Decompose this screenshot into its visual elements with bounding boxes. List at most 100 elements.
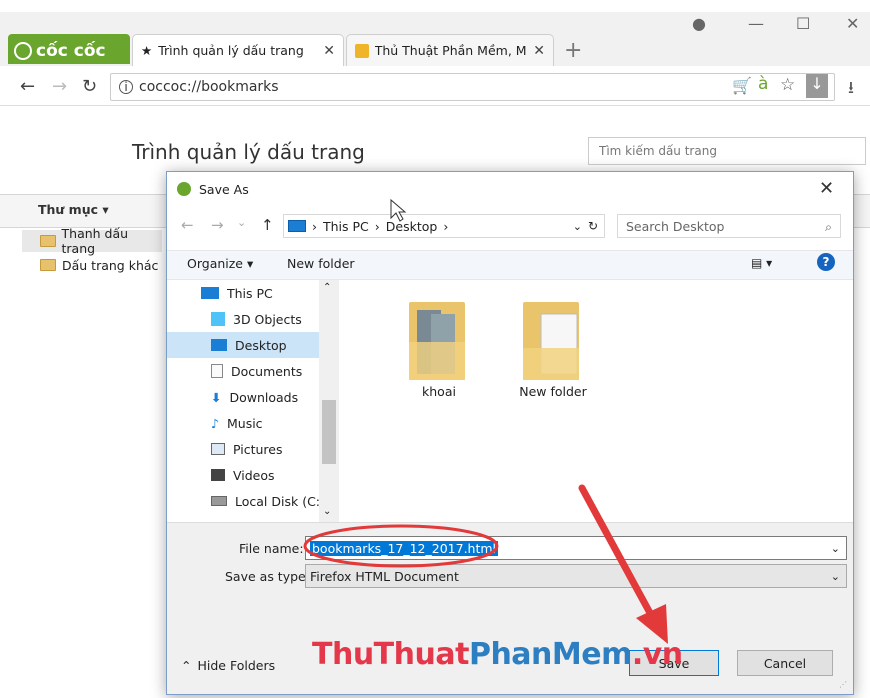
scroll-up-icon[interactable]: ⌃ (323, 282, 331, 293)
tree-label: This PC (227, 285, 273, 301)
chevron-up-icon: ⌃ (181, 658, 192, 673)
account-icon[interactable]: ● (692, 14, 706, 33)
breadcrumb-item[interactable]: This PC (323, 219, 369, 234)
scroll-thumb[interactable] (322, 400, 336, 464)
watermark-part1: ThuThuat (312, 637, 469, 672)
pc-icon (201, 287, 219, 299)
downloads-icon[interactable]: ⭳ (848, 75, 854, 104)
up-icon[interactable]: ↑ (261, 216, 274, 234)
search-icon: ⌕ (824, 219, 832, 234)
forward-icon[interactable]: → (211, 216, 224, 234)
save-type-value: Firefox HTML Document (310, 568, 459, 584)
star-icon: ★ (141, 43, 153, 58)
scroll-down-icon[interactable]: ⌄ (323, 506, 331, 517)
maximize-icon[interactable]: ☐ (796, 14, 810, 33)
url-field[interactable]: i coccoc://bookmarks (110, 73, 835, 101)
help-icon[interactable]: ? (817, 253, 835, 271)
pc-icon (288, 220, 306, 232)
hide-folders-label: Hide Folders (197, 658, 276, 673)
save-type-label: Save as type: (225, 569, 310, 584)
hide-folders-toggle[interactable]: ⌃ Hide Folders (181, 658, 275, 673)
tree-item-desktop[interactable]: Desktop (211, 332, 331, 358)
picture-icon (211, 443, 225, 455)
file-item-khoai[interactable]: khoai (379, 292, 499, 399)
folder-other-bookmarks[interactable]: Dấu trang khác (22, 254, 158, 276)
tree-label: Desktop (235, 337, 287, 353)
reload-icon[interactable]: ↻ (82, 76, 97, 97)
tab-label: Trình quản lý dấu trang (158, 43, 304, 58)
path-dropdown-icon[interactable]: ⌄ (573, 220, 582, 233)
chevron-down-icon[interactable]: ⌄ (831, 570, 840, 583)
tree-label: Downloads (229, 389, 299, 405)
folder-label: Dấu trang khác (62, 257, 159, 273)
desktop-icon (211, 339, 227, 351)
tree-item-local-disk[interactable]: Local Disk (C:) (211, 488, 331, 514)
cancel-button[interactable]: Cancel (737, 650, 833, 676)
watermark: ThuThuatPhanMem.vn (312, 637, 683, 672)
tree-item-this-pc[interactable]: This PC (201, 280, 321, 306)
breadcrumb-item[interactable]: Desktop (386, 219, 438, 234)
search-desktop-input[interactable]: Search Desktop ⌕ (617, 214, 841, 238)
view-options-icon[interactable]: ▤ ▾ (751, 256, 772, 270)
info-icon: i (119, 80, 133, 94)
chevron-down-icon[interactable]: ⌄ (831, 542, 840, 555)
tree-label: Music (226, 415, 263, 431)
resize-grip-icon[interactable]: ⋰ (839, 680, 847, 689)
watermark-part3: .vn (631, 637, 683, 672)
file-name-label: File name: (239, 541, 304, 556)
file-item-new-folder[interactable]: New folder (493, 292, 613, 399)
coccoc-logo-text: cốc cốc (36, 41, 106, 61)
tree-item-3d-objects[interactable]: 3D Objects (211, 306, 331, 332)
recent-dropdown-icon[interactable]: ⌄ (237, 216, 246, 229)
save-as-dialog: Save As ✕ ← → ⌄ ↑ › This PC › Desktop › … (166, 171, 854, 695)
cart-icon[interactable]: 🛒 (732, 76, 752, 95)
folders-menu[interactable]: Thư mục ▾ (38, 202, 109, 217)
tab-close-icon[interactable]: ✕ (323, 43, 335, 59)
tab-thuthuat[interactable]: Thủ Thuật Phần Mềm, Mẹ ✕ (346, 34, 554, 66)
folder-label: Thanh dấu trang (61, 226, 129, 256)
document-icon (211, 364, 223, 378)
photo-folder-icon (409, 302, 465, 380)
tree-item-pictures[interactable]: Pictures (211, 436, 331, 462)
coccoc-leaf-icon (14, 42, 32, 60)
tree-label: Local Disk (C:) (235, 493, 325, 509)
window-top (0, 0, 870, 12)
refresh-icon[interactable]: ↻ (588, 219, 598, 233)
download-badge-icon[interactable]: ↓ (806, 74, 828, 98)
close-window-icon[interactable]: ✕ (846, 14, 859, 33)
new-folder-button[interactable]: New folder (287, 256, 355, 271)
dialog-titlebar: Save As (167, 172, 853, 206)
back-icon[interactable]: ← (181, 216, 194, 234)
tree-label: Documents (231, 363, 303, 379)
tab-label: Thủ Thuật Phần Mềm, Mẹ (374, 43, 528, 58)
forward-icon[interactable]: → (52, 76, 67, 97)
tree-item-documents[interactable]: Documents (211, 358, 331, 384)
save-type-select[interactable]: Firefox HTML Document ⌄ (305, 564, 847, 588)
organize-menu[interactable]: Organize ▾ (187, 256, 253, 271)
watermark-part2: PhanMem (468, 637, 632, 672)
film-icon (211, 469, 225, 481)
bookmark-search-input[interactable]: Tìm kiếm dấu trang (588, 137, 866, 165)
file-label: New folder (519, 384, 587, 399)
tree-label: Videos (233, 467, 275, 483)
new-tab-button[interactable]: + (564, 38, 582, 63)
minimize-icon[interactable]: — (748, 14, 764, 33)
page-title: Trình quản lý dấu trang (132, 140, 365, 164)
tree-item-videos[interactable]: Videos (211, 462, 331, 488)
folder-bookmarks-bar[interactable]: Thanh dấu trang (22, 226, 162, 256)
breadcrumb-sep: › (443, 218, 449, 234)
tree-item-music[interactable]: ♪ Music (211, 410, 331, 436)
tab-close-icon[interactable]: ✕ (533, 43, 545, 59)
tree-item-downloads[interactable]: ⬇ Downloads (211, 384, 331, 410)
cube-icon (211, 312, 225, 326)
vietnamese-input-icon[interactable]: à (758, 74, 768, 94)
file-name-field[interactable]: bookmarks_17_12_2017.html ⌄ (305, 536, 847, 560)
dialog-close-icon[interactable]: ✕ (819, 178, 834, 199)
coccoc-logo[interactable]: cốc cốc (8, 34, 130, 64)
back-icon[interactable]: ← (20, 76, 35, 97)
dialog-title: Save As (199, 181, 249, 197)
folder-icon (40, 259, 56, 271)
bookmark-star-icon[interactable]: ☆ (780, 75, 795, 95)
path-breadcrumb[interactable]: › This PC › Desktop › ⌄ ↻ (283, 214, 605, 238)
tab-bookmarks[interactable]: ★ Trình quản lý dấu trang ✕ (132, 34, 344, 66)
